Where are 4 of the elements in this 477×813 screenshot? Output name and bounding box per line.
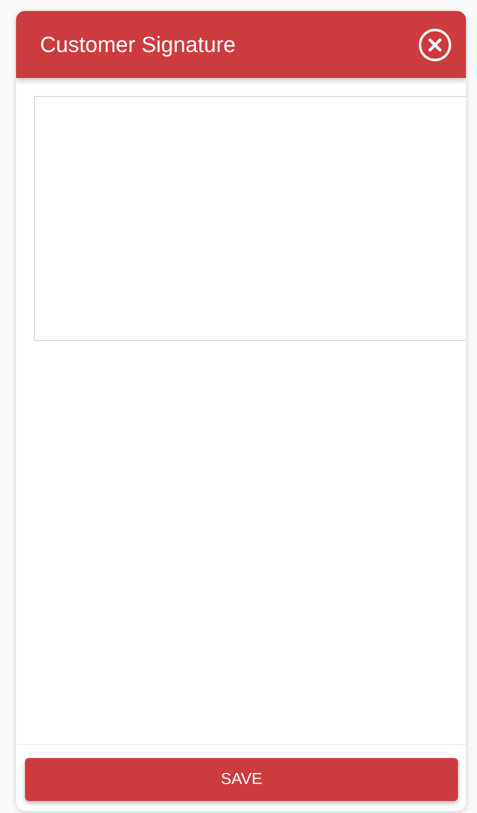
dialog-title: Customer Signature — [40, 32, 236, 58]
close-button[interactable] — [418, 28, 452, 62]
close-icon — [418, 28, 452, 62]
save-button[interactable]: SAVE — [25, 758, 458, 801]
